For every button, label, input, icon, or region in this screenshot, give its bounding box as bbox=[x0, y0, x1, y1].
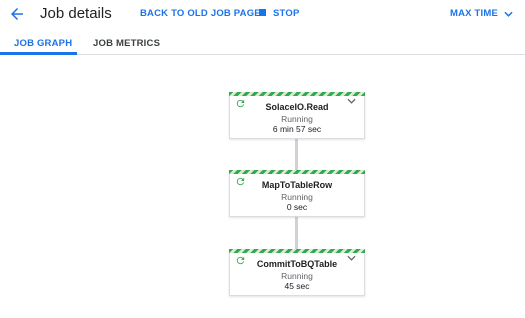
node-time: 6 min 57 sec bbox=[272, 124, 322, 134]
graph-edge bbox=[295, 216, 298, 252]
chevron-down-icon bbox=[504, 11, 513, 17]
arrow-back-icon[interactable] bbox=[8, 5, 26, 23]
node-name: CommitToBQTable bbox=[256, 259, 338, 269]
stop-button[interactable]: STOP bbox=[259, 8, 300, 19]
job-graph-canvas[interactable]: SolaceIO.Read Running 6 min 57 sec MapTo… bbox=[0, 56, 525, 318]
graph-edge bbox=[295, 137, 298, 173]
tab-bar: JOB GRAPH JOB METRICS bbox=[0, 28, 525, 55]
node-time: 45 sec bbox=[284, 281, 310, 291]
stop-label: STOP bbox=[273, 8, 300, 19]
node-status: Running bbox=[281, 114, 313, 124]
node-name: MapToTableRow bbox=[261, 180, 333, 190]
graph-node-solaceio-read[interactable]: SolaceIO.Read Running 6 min 57 sec bbox=[229, 92, 365, 139]
stop-icon bbox=[259, 9, 266, 16]
max-time-dropdown[interactable]: MAX TIME bbox=[450, 8, 513, 19]
graph-node-committobqtable[interactable]: CommitToBQTable Running 45 sec bbox=[229, 249, 365, 296]
node-status: Running bbox=[281, 192, 313, 202]
active-tab-indicator bbox=[0, 52, 77, 55]
node-time: 0 sec bbox=[286, 202, 308, 212]
graph-node-maptotablerow[interactable]: MapToTableRow Running 0 sec bbox=[229, 170, 365, 217]
page-title: Job details bbox=[40, 5, 112, 22]
back-to-old-job-page-button[interactable]: BACK TO OLD JOB PAGE bbox=[140, 8, 261, 19]
max-time-label: MAX TIME bbox=[450, 8, 499, 19]
running-stripe bbox=[229, 170, 365, 174]
running-stripe bbox=[229, 92, 365, 96]
tab-job-graph[interactable]: JOB GRAPH bbox=[14, 38, 72, 49]
node-name: SolaceIO.Read bbox=[265, 102, 329, 112]
running-stripe bbox=[229, 249, 365, 253]
header-bar: Job details BACK TO OLD JOB PAGE STOP MA… bbox=[0, 0, 525, 28]
node-status: Running bbox=[281, 271, 313, 281]
tab-job-metrics[interactable]: JOB METRICS bbox=[93, 38, 160, 49]
